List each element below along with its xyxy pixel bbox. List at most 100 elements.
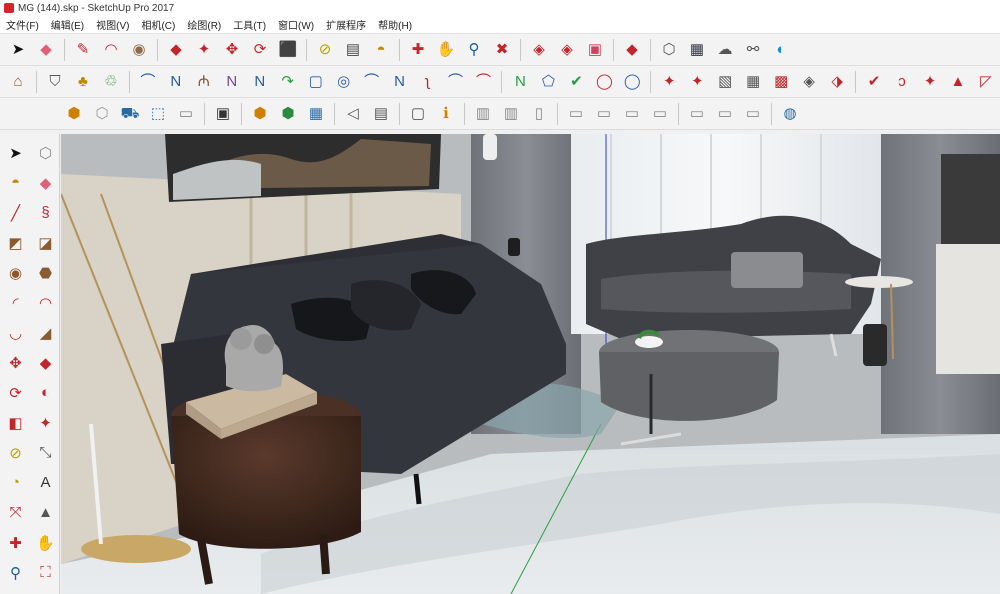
- pencil-line-icon[interactable]: ✎: [70, 37, 96, 63]
- tape-measure-icon[interactable]: ⊘: [312, 37, 338, 63]
- curve-tool-10-icon[interactable]: ⌒: [471, 69, 497, 95]
- section-plane-icon[interactable]: ◁: [340, 101, 366, 127]
- arc-icon[interactable]: ◜: [1, 288, 30, 317]
- push-pull-icon[interactable]: ◆: [163, 37, 189, 63]
- link-icon[interactable]: ⚯: [740, 37, 766, 63]
- menu-item-0[interactable]: 文件(F): [0, 17, 45, 32]
- ellipse-tool-icon[interactable]: ◯: [591, 69, 617, 95]
- style-shaded-icon[interactable]: ⬢: [275, 101, 301, 127]
- pie-icon[interactable]: ◢: [31, 318, 60, 347]
- paint-tools-icon[interactable]: ♣: [70, 69, 96, 95]
- select-arrow-icon[interactable]: ➤: [1, 138, 30, 167]
- scene-10-icon[interactable]: ▭: [740, 101, 766, 127]
- scale-icon[interactable]: ⬛: [275, 37, 301, 63]
- offset-icon[interactable]: ✦: [31, 408, 60, 437]
- style-wire-icon[interactable]: ⬢: [247, 101, 273, 127]
- orbit-icon[interactable]: ✚: [1, 528, 30, 557]
- curve-tool-5-icon[interactable]: N: [247, 69, 273, 95]
- line-icon[interactable]: ╱: [1, 198, 30, 227]
- rotate-icon[interactable]: ⟳: [1, 378, 30, 407]
- model-viewport[interactable]: [61, 134, 1000, 594]
- scene-4-icon[interactable]: ▭: [563, 101, 589, 127]
- menu-item-2[interactable]: 视图(V): [90, 17, 135, 32]
- text-icon[interactable]: ▤: [340, 37, 366, 63]
- section-shield-icon[interactable]: ⛉: [42, 69, 68, 95]
- plugin-7-icon[interactable]: ⬗: [824, 69, 850, 95]
- 3pt-arc-icon[interactable]: ◡: [1, 318, 30, 347]
- scene-2-icon[interactable]: ▥: [498, 101, 524, 127]
- tape-icon[interactable]: ▢: [405, 101, 431, 127]
- menu-item-4[interactable]: 绘图(R): [181, 17, 227, 32]
- style-texture-icon[interactable]: ▦: [303, 101, 329, 127]
- recycle-icon[interactable]: ♲: [98, 69, 124, 95]
- rotated-rect-icon[interactable]: ◪: [31, 228, 60, 257]
- scene-5-icon[interactable]: ▭: [591, 101, 617, 127]
- circle-icon[interactable]: ◉: [1, 258, 30, 287]
- view-xray-icon[interactable]: ⬡: [89, 101, 115, 127]
- paint-bucket-icon[interactable]: ◓: [368, 37, 394, 63]
- polygon-icon[interactable]: ⬣: [31, 258, 60, 287]
- menu-item-1[interactable]: 编辑(E): [45, 17, 90, 32]
- globe-icon[interactable]: ◍: [777, 101, 803, 127]
- tape-measure-icon[interactable]: ⊘: [1, 438, 30, 467]
- scene-3-icon[interactable]: ▯: [526, 101, 552, 127]
- ellipse-tool-2-icon[interactable]: ◯: [619, 69, 645, 95]
- plugin-5-icon[interactable]: ▩: [768, 69, 794, 95]
- follow-me-icon[interactable]: ✦: [191, 37, 217, 63]
- menu-item-6[interactable]: 窗口(W): [272, 17, 320, 32]
- arc-icon[interactable]: ◠: [98, 37, 124, 63]
- circle-tool-icon[interactable]: ◎: [331, 69, 357, 95]
- scene-render[interactable]: [61, 134, 1000, 594]
- scale-icon[interactable]: ◧: [1, 408, 30, 437]
- curve-tool-6-icon[interactable]: ↷: [275, 69, 301, 95]
- move-icon[interactable]: ✥: [219, 37, 245, 63]
- orbit-icon[interactable]: ✚: [405, 37, 431, 63]
- camera-icon[interactable]: ▣: [210, 101, 236, 127]
- plugin-9-icon[interactable]: ↄ: [889, 69, 915, 95]
- polygon-tool-icon[interactable]: ⬠: [535, 69, 561, 95]
- warehouse-building-icon[interactable]: ⌂: [5, 69, 31, 95]
- plugin-4-icon[interactable]: ▦: [740, 69, 766, 95]
- trimble-connect-icon[interactable]: ◐: [768, 37, 794, 63]
- follow-me-icon[interactable]: ◐: [31, 378, 60, 407]
- scene-8-icon[interactable]: ▭: [684, 101, 710, 127]
- zoom-extents-icon[interactable]: ✖: [489, 37, 515, 63]
- make-component-icon[interactable]: ⬡: [31, 138, 60, 167]
- scene-1-icon[interactable]: ▥: [470, 101, 496, 127]
- curve-tool-11-icon[interactable]: N: [507, 69, 533, 95]
- axes-icon[interactable]: ⤧: [1, 498, 30, 527]
- menu-item-8[interactable]: 帮助(H): [372, 17, 418, 32]
- send-layout-icon[interactable]: ▦: [684, 37, 710, 63]
- select-arrow-icon[interactable]: ➤: [5, 37, 31, 63]
- curve-tool-4-icon[interactable]: N: [219, 69, 245, 95]
- arc-tool-icon[interactable]: ⌒: [359, 69, 385, 95]
- share-model-icon[interactable]: ◈: [554, 37, 580, 63]
- rect-tool-icon[interactable]: ▢: [303, 69, 329, 95]
- curve-tool-8-icon[interactable]: ʅ: [415, 69, 441, 95]
- section-display-icon[interactable]: ▤: [368, 101, 394, 127]
- curve-tool-1-icon[interactable]: ⌒: [135, 69, 161, 95]
- protractor-icon[interactable]: ◔: [1, 468, 30, 497]
- menu-item-7[interactable]: 扩展程序: [320, 17, 372, 32]
- 2pt-arc-icon[interactable]: ◠: [31, 288, 60, 317]
- dimension-icon[interactable]: ⤡: [31, 438, 60, 467]
- curve-tool-2-icon[interactable]: N: [163, 69, 189, 95]
- pan-icon[interactable]: ✋: [31, 528, 60, 557]
- freehand-icon[interactable]: §: [31, 198, 60, 227]
- move-icon[interactable]: ✥: [1, 348, 30, 377]
- view-front-icon[interactable]: ⬚: [145, 101, 171, 127]
- components-icon[interactable]: ▣: [582, 37, 608, 63]
- scene-7-icon[interactable]: ▭: [647, 101, 673, 127]
- warehouse-icon[interactable]: ◈: [526, 37, 552, 63]
- plugin-12-icon[interactable]: ◸: [973, 69, 999, 95]
- zoom-window-icon[interactable]: ⛶: [31, 558, 60, 587]
- plugin-3-icon[interactable]: ▧: [712, 69, 738, 95]
- wrench-icon[interactable]: ✔: [563, 69, 589, 95]
- 3d-text-icon[interactable]: ▲: [31, 498, 60, 527]
- rectangle-icon[interactable]: ◩: [1, 228, 30, 257]
- curve-tool-9-icon[interactable]: ⌒: [443, 69, 469, 95]
- pan-icon[interactable]: ✋: [433, 37, 459, 63]
- scene-6-icon[interactable]: ▭: [619, 101, 645, 127]
- view-top-icon[interactable]: ⛟: [117, 101, 143, 127]
- menu-item-5[interactable]: 工具(T): [227, 17, 272, 32]
